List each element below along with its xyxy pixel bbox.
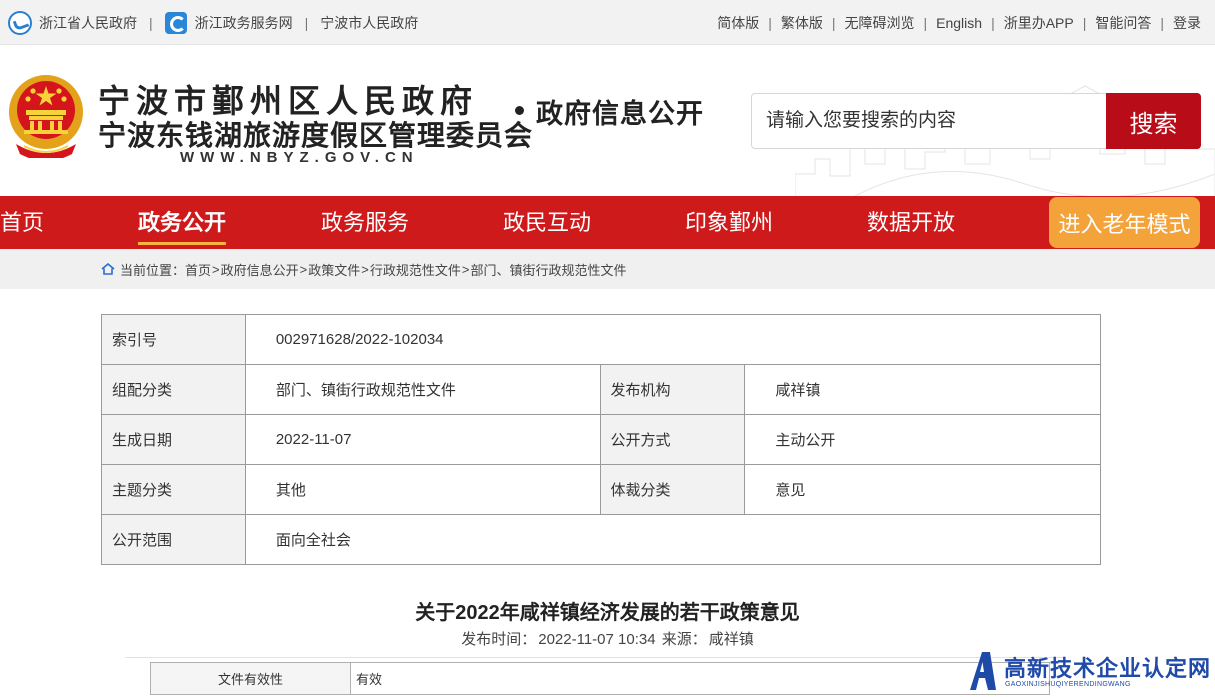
publish-time-label: 发布时间： — [461, 631, 537, 648]
link-simplified[interactable]: 简体版 — [717, 13, 759, 33]
validity-table: 文件有效性 有效 — [150, 662, 1050, 695]
meta-value-open-method: 主动公开 — [744, 414, 1101, 465]
table-row: 文件有效性 有效 — [150, 662, 1050, 695]
document-meta-table: 索引号 002971628/2022-102034 组配分类 部门、镇街行政规范… — [101, 314, 1102, 565]
zhejiang-gov-logo-icon — [8, 10, 32, 35]
publish-time: 2022-11-07 10:34 — [538, 631, 656, 648]
search-button[interactable]: 搜索 — [1106, 93, 1201, 149]
divider — [125, 657, 1065, 658]
national-emblem-icon — [9, 75, 83, 158]
meta-value-genre: 意见 — [744, 464, 1101, 515]
separator: | — [831, 14, 836, 31]
breadcrumb-item-home[interactable]: 首页 — [185, 260, 211, 279]
separator: | — [768, 14, 772, 31]
table-row: 索引号 002971628/2022-102034 — [101, 314, 1102, 365]
watermark-title: 高新技术企业认定网 — [1004, 656, 1212, 681]
zhejiang-service-logo-icon — [164, 11, 187, 34]
meta-label-topic: 主题分类 — [101, 464, 246, 515]
breadcrumb-item-info-disclosure[interactable]: 政府信息公开 — [221, 260, 299, 279]
breadcrumb-item-dept-docs[interactable]: 部门、镇街行政规范性文件 — [470, 260, 626, 279]
separator: | — [1160, 14, 1164, 31]
org-name-secondary: 宁波东钱湖旅游度假区管理委员会 — [98, 121, 534, 152]
elder-mode-button[interactable]: 进入老年模式 — [1049, 197, 1200, 248]
nav-item-home[interactable]: 首页 — [0, 196, 44, 249]
validity-value: 有效 — [350, 662, 1050, 695]
breadcrumb-separator: > — [212, 261, 220, 277]
search-input[interactable] — [752, 94, 1104, 148]
separator: | — [991, 14, 995, 31]
table-row: 主题分类 其他 体裁分类 意见 — [101, 464, 1101, 515]
meta-value-issuer: 咸祥镇 — [744, 364, 1101, 415]
section-title: 政府信息公开 — [536, 99, 704, 129]
breadcrumb-separator: > — [299, 261, 308, 277]
separator: | — [149, 14, 153, 31]
article-meta: 发布时间： 2022-11-07 10:34 来源： 咸祥镇 — [0, 628, 1215, 649]
link-smart-qa[interactable]: 智能问答 — [1095, 13, 1151, 33]
meta-label-open-method: 公开方式 — [599, 414, 746, 465]
source: 咸祥镇 — [708, 631, 754, 648]
table-row: 组配分类 部门、镇街行政规范性文件 发布机构 咸祥镇 — [101, 364, 1101, 415]
table-row: 公开范围 面向全社会 — [101, 514, 1102, 565]
breadcrumb: 当前位置： 首页 > 政府信息公开 > 政策文件 > 行政规范性文件 > 部门、… — [101, 249, 626, 289]
meta-label-category: 组配分类 — [101, 364, 246, 415]
top-links-left: 浙江省人民政府 | 浙江政务服务网 | 宁波市人民政府 — [8, 0, 418, 45]
watermark: 高新技术企业认定网 GAOXINJISHUQIYERENDINGWANG — [968, 648, 1213, 697]
site-header: 宁波市鄞州区人民政府 宁波东钱湖旅游度假区管理委员会 WWW.NBYZ.GOV.… — [0, 46, 1215, 196]
site-url: WWW.NBYZ.GOV.CN — [180, 149, 419, 166]
top-bar: 浙江省人民政府 | 浙江政务服务网 | 宁波市人民政府 简体版 | 繁体版 | … — [0, 0, 1215, 45]
meta-label-scope: 公开范围 — [101, 514, 246, 565]
table-row: 生成日期 2022-11-07 公开方式 主动公开 — [101, 414, 1101, 465]
link-accessibility[interactable]: 无障碍浏览 — [845, 13, 915, 33]
link-ningbo-gov-label: 宁波市人民政府 — [320, 14, 419, 31]
meta-label-genre: 体裁分类 — [599, 464, 746, 515]
link-traditional[interactable]: 繁体版 — [781, 13, 823, 33]
home-icon — [101, 263, 115, 275]
meta-value-index: 002971628/2022-102034 — [244, 314, 1102, 365]
link-zhejiang-gov-label: 浙江省人民政府 — [39, 14, 137, 31]
source-label: 来源： — [661, 631, 707, 648]
title-bullet — [515, 106, 524, 115]
link-login[interactable]: 登录 — [1173, 13, 1201, 33]
breadcrumb-label: 当前位置： — [120, 262, 186, 278]
search-box: 搜索 — [751, 93, 1201, 149]
meta-value-topic: 其他 — [244, 464, 601, 515]
breadcrumb-bar: 当前位置： 首页 > 政府信息公开 > 政策文件 > 行政规范性文件 > 部门、… — [0, 249, 1215, 289]
meta-value-date: 2022-11-07 — [244, 414, 601, 465]
separator: | — [1082, 14, 1087, 31]
nav-item-open-data[interactable]: 数据开放 — [867, 196, 955, 249]
nav-item-impression[interactable]: 印象鄞州 — [685, 196, 773, 249]
watermark-subtitle: GAOXINJISHUQIYERENDINGWANG — [1005, 681, 1131, 688]
separator: | — [304, 14, 309, 31]
watermark-logo-icon — [970, 652, 996, 690]
validity-label: 文件有效性 — [150, 662, 351, 695]
link-zhejiang-gov[interactable]: 浙江省人民政府 — [8, 10, 137, 35]
nav-item-gov-affairs[interactable]: 政务公开 — [138, 196, 227, 249]
nav-item-gov-services[interactable]: 政务服务 — [321, 196, 409, 249]
separator: | — [923, 14, 928, 31]
nav-item-interaction[interactable]: 政民互动 — [503, 196, 591, 249]
article-title: 关于2022年咸祥镇经济发展的若干政策意见 — [415, 602, 800, 624]
meta-label-date: 生成日期 — [101, 414, 246, 465]
link-zhejiang-service-label: 浙江政务服务网 — [194, 14, 293, 31]
main-nav: 首页 政务公开 政务服务 政民互动 印象鄞州 数据开放 进入老年模式 — [0, 196, 1215, 249]
link-zheliban-app[interactable]: 浙里办APP — [1004, 13, 1074, 33]
link-zhejiang-service[interactable]: 浙江政务服务网 — [164, 11, 293, 34]
top-links-right: 简体版 | 繁体版 | 无障碍浏览 | English | 浙里办APP | 智… — [717, 0, 1201, 45]
meta-label-index: 索引号 — [101, 314, 246, 365]
breadcrumb-item-normative-docs[interactable]: 行政规范性文件 — [370, 260, 461, 279]
meta-value-scope: 面向全社会 — [244, 514, 1102, 565]
breadcrumb-separator: > — [361, 261, 369, 277]
meta-value-category: 部门、镇街行政规范性文件 — [244, 364, 601, 415]
meta-label-issuer: 发布机构 — [599, 364, 746, 415]
link-english[interactable]: English — [936, 15, 982, 31]
breadcrumb-item-policy-docs[interactable]: 政策文件 — [308, 260, 360, 279]
breadcrumb-separator: > — [461, 261, 470, 277]
link-ningbo-gov[interactable]: 宁波市人民政府 — [320, 13, 418, 33]
